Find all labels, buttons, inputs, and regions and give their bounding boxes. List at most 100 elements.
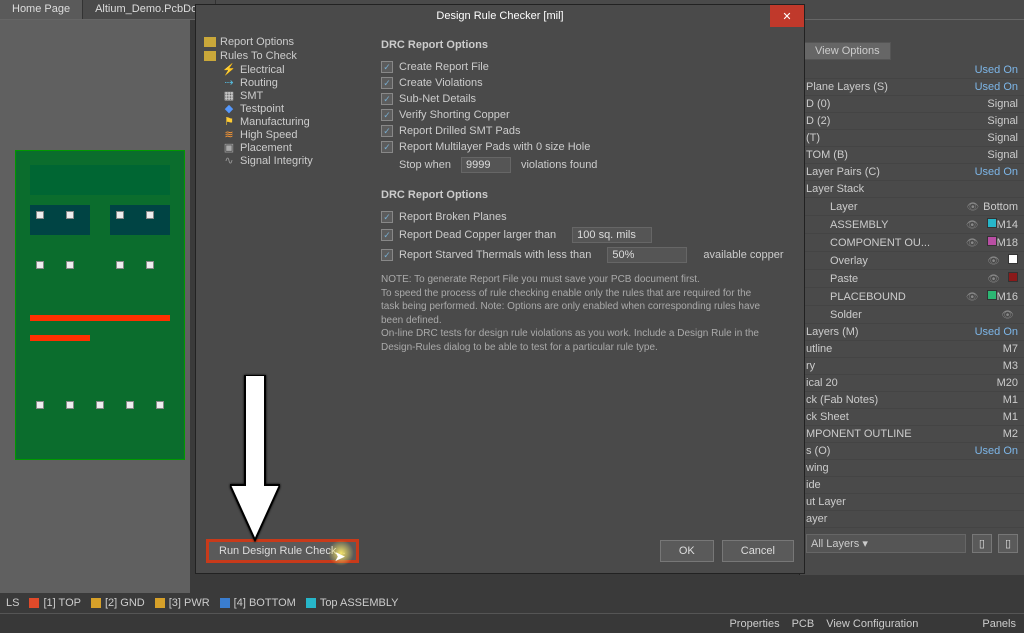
- cancel-button[interactable]: Cancel: [722, 540, 794, 562]
- used-on-link[interactable]: Used On: [975, 445, 1018, 457]
- tree-report-options[interactable]: Report Options: [204, 35, 369, 49]
- layer-tab-top[interactable]: [1] TOP: [29, 597, 81, 609]
- misc-item[interactable]: ical 20: [806, 377, 838, 389]
- eye-icon[interactable]: 👁: [1001, 310, 1014, 321]
- tree-signal-integrity[interactable]: ∿Signal Integrity: [204, 154, 369, 167]
- layer-tab-top-assembly[interactable]: Top ASSEMBLY: [306, 597, 399, 609]
- run-drc-button[interactable]: Run Design Rule Check... ➤: [206, 539, 359, 563]
- tab-home[interactable]: Home Page: [0, 0, 83, 19]
- checkbox-report-dead-copper[interactable]: ✓: [381, 229, 393, 241]
- color-swatch[interactable]: [987, 218, 997, 228]
- cursor-icon: ➤: [334, 548, 346, 565]
- misc-item[interactable]: MPONENT OUTLINE: [806, 428, 912, 440]
- extra-item[interactable]: ide: [806, 479, 821, 491]
- manufacturing-icon: ⚑: [222, 115, 236, 128]
- group-d2[interactable]: D (2): [806, 115, 830, 127]
- group-layer-pairs[interactable]: Layer Pairs (C): [806, 166, 880, 178]
- group-d0[interactable]: D (0): [806, 98, 830, 110]
- stack-item[interactable]: COMPONENT OU...: [830, 237, 930, 249]
- extra-item[interactable]: ut Layer: [806, 496, 846, 508]
- dialog-titlebar[interactable]: Design Rule Checker [mil] ✕: [196, 5, 804, 27]
- color-swatch[interactable]: [1008, 272, 1018, 282]
- tree-testpoint[interactable]: ◆Testpoint: [204, 102, 369, 115]
- eye-icon[interactable]: 👁: [987, 256, 1000, 267]
- tab-view-options[interactable]: View Options: [804, 42, 891, 60]
- input-dead-copper-value[interactable]: 100 sq. mils: [572, 227, 652, 243]
- checkbox-create-violations[interactable]: ✓: [381, 77, 393, 89]
- ok-button[interactable]: OK: [660, 540, 714, 562]
- pcb-canvas[interactable]: [0, 20, 190, 593]
- close-button[interactable]: ✕: [770, 5, 804, 27]
- stack-item[interactable]: Overlay: [830, 255, 868, 267]
- eye-icon[interactable]: 👁: [966, 202, 979, 213]
- checkbox-report-broken-planes[interactable]: ✓: [381, 211, 393, 223]
- input-starved-value[interactable]: 50%: [607, 247, 687, 263]
- checkbox-report-drilled-smt[interactable]: ✓: [381, 125, 393, 137]
- misc-item[interactable]: utline: [806, 343, 832, 355]
- checkbox-report-multilayer[interactable]: ✓: [381, 141, 393, 153]
- layer-mcode: M20: [997, 377, 1018, 389]
- layer-mcode: M3: [1003, 360, 1018, 372]
- group-layer-stack[interactable]: Layer Stack: [806, 183, 864, 195]
- checkbox-report-starved-thermals[interactable]: ✓: [381, 249, 393, 261]
- label-report-broken-planes: Report Broken Planes: [399, 211, 507, 223]
- layer-set-action-1[interactable]: ▯: [972, 534, 992, 553]
- signal-label: Signal: [987, 115, 1018, 127]
- layer-set-select[interactable]: All Layers ▾: [806, 534, 966, 553]
- stack-item[interactable]: ASSEMBLY: [830, 219, 889, 231]
- checkbox-subnet-details[interactable]: ✓: [381, 93, 393, 105]
- misc-item[interactable]: ck (Fab Notes): [806, 394, 878, 406]
- tree-electrical[interactable]: ⚡Electrical: [204, 63, 369, 76]
- tree-placement[interactable]: ▣Placement: [204, 141, 369, 154]
- used-on-link[interactable]: Used On: [975, 326, 1018, 338]
- misc-item[interactable]: ck Sheet: [806, 411, 849, 423]
- checkbox-verify-shorting[interactable]: ✓: [381, 109, 393, 121]
- statusbar-view-config[interactable]: View Configuration: [826, 618, 918, 630]
- status-bar: Properties PCB View Configuration Panels: [0, 613, 1024, 633]
- stack-item[interactable]: Solder: [830, 309, 862, 321]
- input-stop-when-count[interactable]: 9999: [461, 157, 511, 173]
- layer-tab-gnd[interactable]: [2] GND: [91, 597, 145, 609]
- eye-icon[interactable]: 👁: [966, 220, 979, 231]
- color-swatch[interactable]: [987, 236, 997, 246]
- layer-mcode: M7: [1003, 343, 1018, 355]
- used-on-link[interactable]: Used On: [975, 166, 1018, 178]
- layer-tab-pwr[interactable]: [3] PWR: [155, 597, 210, 609]
- group-plane-layers[interactable]: Plane Layers (S): [806, 81, 888, 93]
- color-swatch[interactable]: [987, 290, 997, 300]
- group-tom-b[interactable]: TOM (B): [806, 149, 848, 161]
- group-layers-m[interactable]: Layers (M): [806, 326, 859, 338]
- label-violations-found: violations found: [521, 159, 597, 171]
- layer-tab-bottom[interactable]: [4] BOTTOM: [220, 597, 296, 609]
- section-drc-report-2: DRC Report Options: [381, 189, 792, 201]
- statusbar-panels[interactable]: Panels: [982, 618, 1016, 630]
- tree-smt[interactable]: ▦SMT: [204, 89, 369, 102]
- color-swatch: [29, 598, 39, 608]
- extra-item[interactable]: wing: [806, 462, 829, 474]
- used-on-link[interactable]: Used On: [975, 64, 1018, 76]
- stack-item[interactable]: Paste: [830, 273, 858, 285]
- layer-set-action-2[interactable]: ▯: [998, 534, 1018, 553]
- pcb-board: [15, 150, 185, 460]
- checkbox-create-report-file[interactable]: ✓: [381, 61, 393, 73]
- electrical-icon: ⚡: [222, 63, 236, 76]
- color-swatch[interactable]: [1008, 254, 1018, 264]
- tree-routing[interactable]: ⇢Routing: [204, 76, 369, 89]
- extra-item[interactable]: ayer: [806, 513, 827, 525]
- used-on-link[interactable]: Used On: [975, 81, 1018, 93]
- statusbar-pcb[interactable]: PCB: [792, 618, 815, 630]
- misc-item[interactable]: ry: [806, 360, 815, 372]
- group-s-o[interactable]: s (O): [806, 445, 830, 457]
- statusbar-properties[interactable]: Properties: [729, 618, 779, 630]
- tree-high-speed[interactable]: ≋High Speed: [204, 128, 369, 141]
- layer-mcode: M2: [1003, 428, 1018, 440]
- stack-item[interactable]: PLACEBOUND: [830, 291, 906, 303]
- label-create-violations: Create Violations: [399, 77, 483, 89]
- tree-rules-to-check[interactable]: Rules To Check: [204, 49, 369, 63]
- group-t[interactable]: (T): [806, 132, 820, 144]
- eye-icon[interactable]: 👁: [966, 292, 979, 303]
- eye-icon[interactable]: 👁: [966, 238, 979, 249]
- eye-icon[interactable]: 👁: [987, 274, 1000, 285]
- layer-tab-ls[interactable]: LS: [6, 597, 19, 609]
- tree-manufacturing[interactable]: ⚑Manufacturing: [204, 115, 369, 128]
